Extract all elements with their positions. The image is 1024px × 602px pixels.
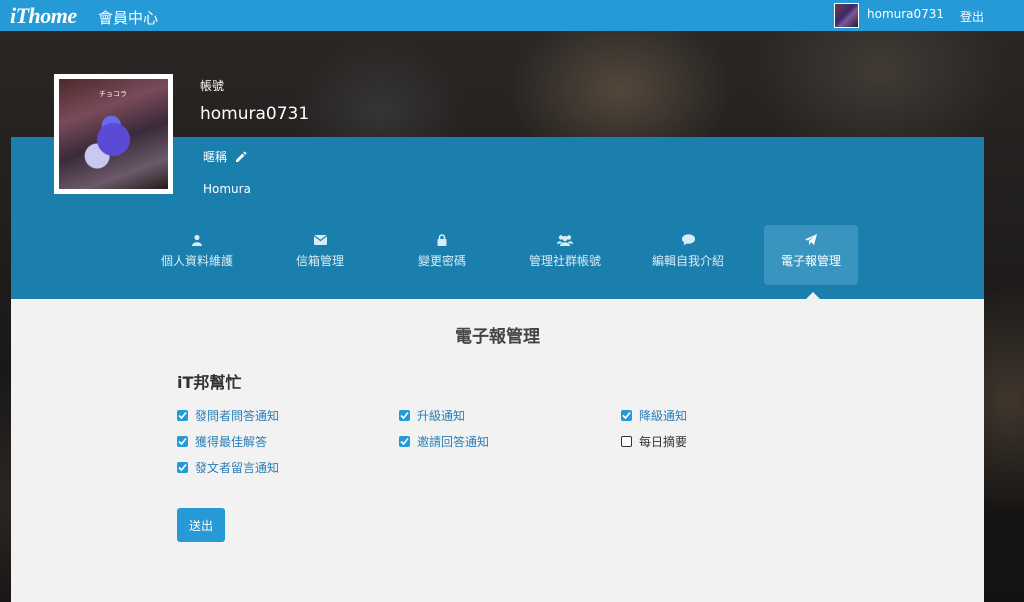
pencil-icon[interactable]: [235, 150, 247, 163]
avatar-tag-text: チョコラ: [99, 90, 127, 98]
option-invite-answer-notify[interactable]: 邀請回答通知: [399, 433, 489, 450]
user-icon: [192, 234, 202, 246]
tab-social-accounts[interactable]: 管理社群帳號: [518, 225, 612, 285]
tab-label: 個人資料維護: [160, 254, 233, 268]
option-label: 發文者留言通知: [195, 461, 280, 475]
nickname-label-row: 暱稱: [203, 148, 247, 165]
envelope-icon: [313, 235, 327, 245]
checkbox-checked-icon[interactable]: [399, 410, 410, 421]
member-center-title[interactable]: 會員中心: [98, 7, 158, 28]
option-poster-comment-notify[interactable]: 發文者留言通知: [177, 459, 279, 476]
ithome-logo[interactable]: iThome: [10, 3, 77, 29]
nickname-label: 暱稱: [203, 150, 228, 164]
checkbox-checked-icon[interactable]: [621, 410, 632, 421]
group-title: iT邦幫忙: [177, 373, 242, 392]
account-name: homura0731: [200, 104, 310, 124]
newsletter-content: 電子報管理 iT邦幫忙 發問者問答通知 升級通知 降級通知 獲得最佳解答 邀請回…: [11, 299, 984, 602]
option-daily-digest[interactable]: 每日摘要: [621, 433, 687, 450]
tab-label: 管理社群帳號: [528, 254, 601, 268]
tab-label: 信箱管理: [295, 254, 344, 268]
option-label: 邀請回答通知: [417, 435, 490, 449]
lock-icon: [437, 234, 447, 246]
submit-button[interactable]: 送出: [177, 508, 225, 542]
option-label: 發問者問答通知: [195, 409, 280, 423]
comment-icon: [681, 234, 695, 246]
tab-self-intro[interactable]: 編輯自我介紹: [641, 225, 735, 285]
option-label: 每日摘要: [639, 435, 688, 449]
tab-label: 變更密碼: [417, 254, 466, 268]
checkbox-checked-icon[interactable]: [177, 462, 188, 473]
tab-newsletter[interactable]: 電子報管理: [764, 225, 858, 285]
option-asker-qa-notify[interactable]: 發問者問答通知: [177, 407, 279, 424]
users-icon: [557, 235, 573, 246]
profile-avatar[interactable]: チョコラ: [54, 74, 173, 194]
page-title: 電子報管理: [455, 327, 540, 347]
paper-plane-icon: [805, 234, 817, 246]
user-avatar-small[interactable]: [834, 3, 859, 28]
top-navbar: iThome 會員中心 homura0731 登出: [0, 0, 1024, 31]
nickname-value: Homura: [203, 182, 251, 196]
tab-password[interactable]: 變更密碼: [395, 225, 489, 285]
checkbox-unchecked-icon[interactable]: [621, 436, 632, 447]
option-label: 升級通知: [417, 409, 466, 423]
option-best-answer[interactable]: 獲得最佳解答: [177, 433, 267, 450]
checkbox-checked-icon[interactable]: [399, 436, 410, 447]
option-downgrade-notify[interactable]: 降級通知: [621, 407, 687, 424]
avatar-image: チョコラ: [59, 79, 168, 189]
option-label: 獲得最佳解答: [195, 435, 268, 449]
option-upgrade-notify[interactable]: 升級通知: [399, 407, 465, 424]
checkbox-checked-icon[interactable]: [177, 436, 188, 447]
tab-email[interactable]: 信箱管理: [273, 225, 367, 285]
tab-profile[interactable]: 個人資料維護: [150, 225, 244, 285]
logout-link[interactable]: 登出: [960, 8, 984, 25]
top-username[interactable]: homura0731: [867, 7, 944, 21]
account-label: 帳號: [200, 79, 225, 93]
profile-tabs: 個人資料維護 信箱管理 變更密碼 管理社群帳號 編輯自我介紹 電子報管理: [0, 225, 1024, 285]
checkbox-checked-icon[interactable]: [177, 410, 188, 421]
option-label: 降級通知: [639, 409, 688, 423]
tab-label: 編輯自我介紹: [651, 254, 724, 268]
tab-label: 電子報管理: [780, 254, 841, 268]
active-tab-caret: [806, 292, 820, 299]
